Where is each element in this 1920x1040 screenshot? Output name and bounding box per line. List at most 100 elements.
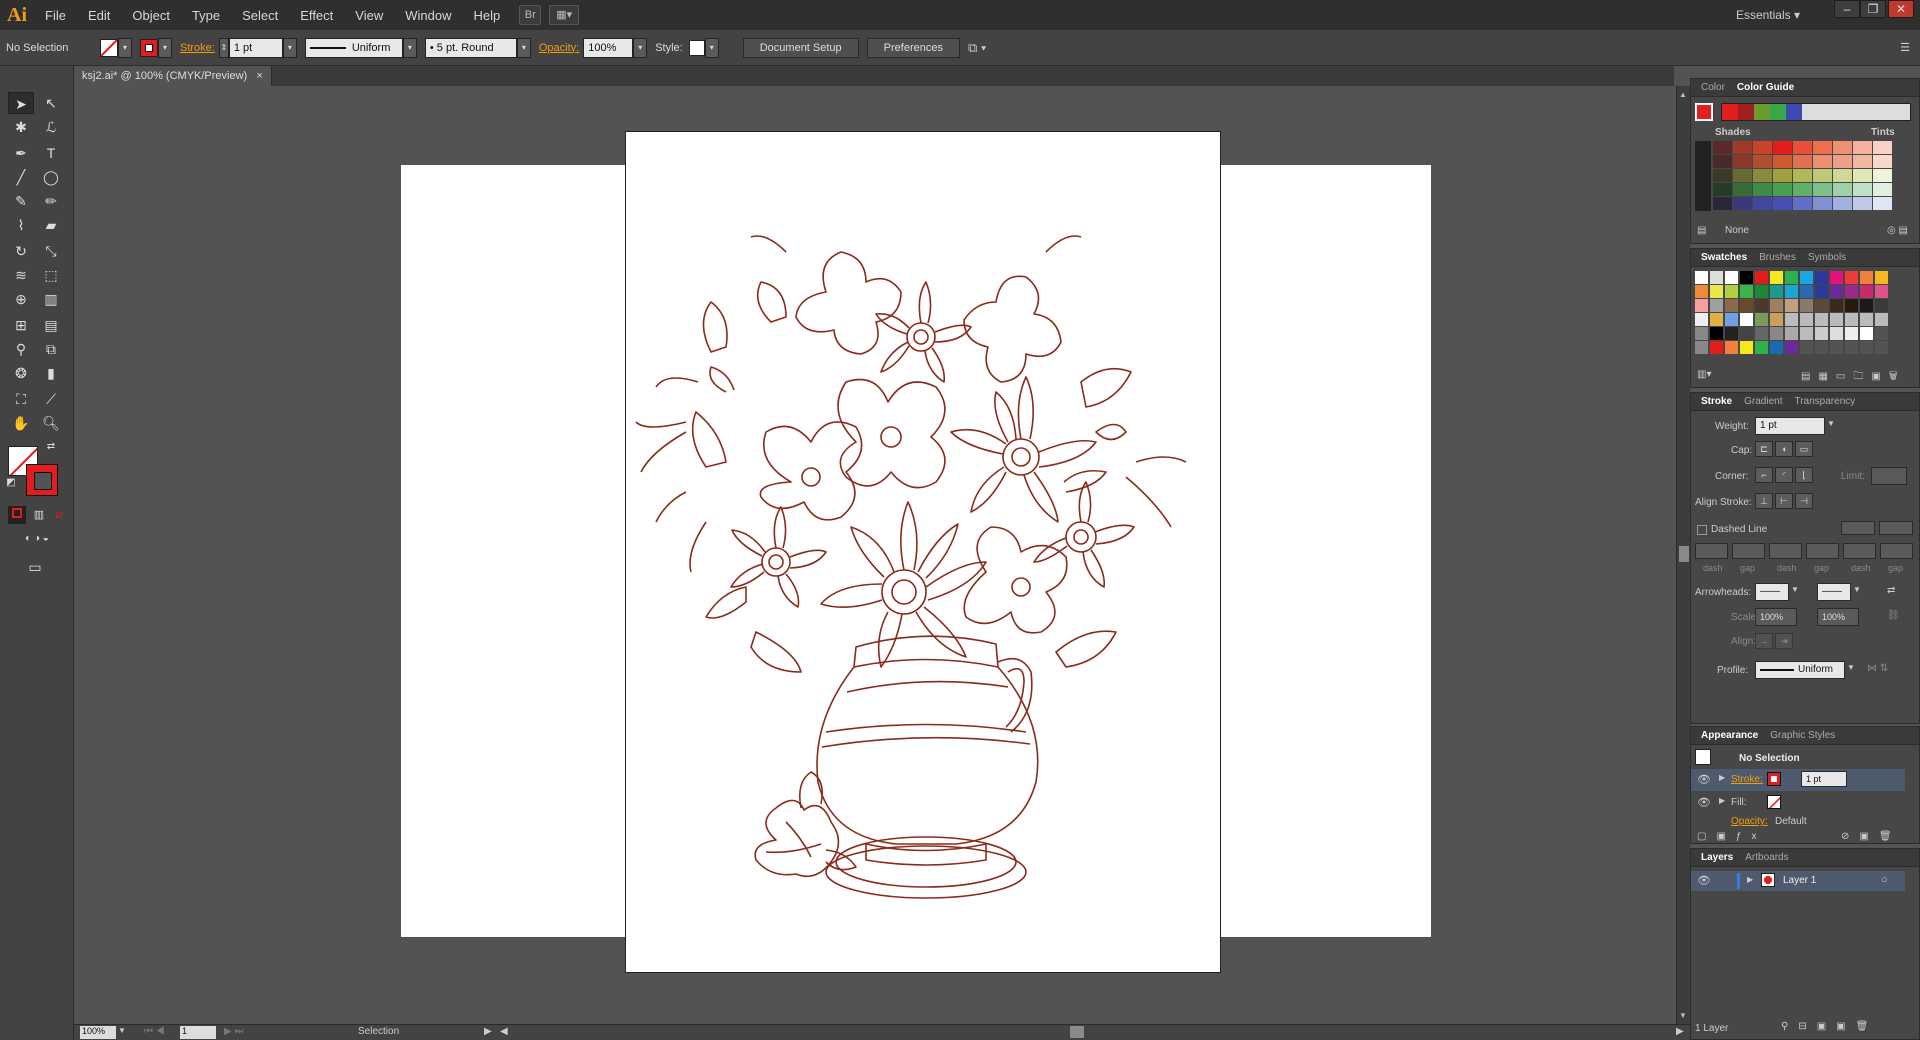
appearance-stroke-row[interactable]: 👁︎ ▶ Stroke: 1 pt (1691, 769, 1905, 791)
restore-icon[interactable]: ❐ (1860, 0, 1886, 18)
direct-selection-tool-icon[interactable]: ↖ (38, 92, 64, 114)
drawing-modes-icon[interactable]: ◐ ◑ ◒ (8, 530, 66, 548)
none-mode-icon[interactable]: ⧄ (50, 506, 68, 524)
color-guide-swatch[interactable] (1853, 169, 1872, 182)
menu-window[interactable]: Window (394, 8, 462, 23)
fill-visibility-icon[interactable]: 👁︎ (1697, 796, 1711, 809)
swatch[interactable] (1755, 327, 1768, 340)
swatch[interactable] (1875, 327, 1888, 340)
color-guide-swatch[interactable] (1793, 155, 1812, 168)
end-arrowhead-dropdown-icon[interactable]: ▼ (1853, 585, 1861, 594)
status-menu-icon[interactable]: ▶ (484, 1026, 492, 1037)
slice-tool-icon[interactable]: ⟋ (38, 388, 64, 410)
swatch[interactable] (1725, 271, 1738, 284)
swap-fill-stroke-icon[interactable]: ⇄ (44, 440, 58, 454)
end-scale-field[interactable]: 100% (1817, 608, 1859, 626)
swatch[interactable] (1845, 327, 1858, 340)
swatch[interactable] (1860, 299, 1873, 312)
color-guide-swatch[interactable] (1713, 155, 1732, 168)
swatch[interactable] (1755, 271, 1768, 284)
swatch[interactable] (1785, 271, 1798, 284)
menu-view[interactable]: View (344, 8, 394, 23)
base-color-swatch[interactable] (1695, 103, 1713, 121)
color-guide-swatch[interactable] (1813, 183, 1832, 196)
link-scale-icon[interactable]: ⛓ (1887, 610, 1900, 621)
color-guide-swatch[interactable] (1873, 169, 1892, 182)
swatch[interactable] (1740, 341, 1753, 354)
swatch[interactable] (1695, 341, 1708, 354)
color-guide-swatch[interactable] (1873, 155, 1892, 168)
swatch[interactable] (1815, 271, 1828, 284)
swatch[interactable] (1830, 327, 1843, 340)
appearance-stroke-label[interactable]: Stroke: (1731, 774, 1763, 785)
swatch[interactable] (1785, 313, 1798, 326)
perspective-grid-tool-icon[interactable]: ▥ (38, 288, 64, 310)
swatch[interactable] (1725, 285, 1738, 298)
menu-help[interactable]: Help (462, 8, 511, 23)
swap-arrowheads-icon[interactable]: ⇄ (1887, 585, 1895, 596)
color-guide-swatch[interactable] (1853, 183, 1872, 196)
eraser-tool-icon[interactable]: ▰ (38, 214, 64, 236)
color-guide-swatch[interactable] (1733, 169, 1752, 182)
color-guide-swatch[interactable] (1793, 141, 1812, 154)
next-artboard-icon[interactable]: ▶ ⏭ (224, 1026, 243, 1037)
opacity-field[interactable]: 100% (583, 37, 634, 58)
swatch[interactable] (1770, 327, 1783, 340)
stroke-weight-dropdown[interactable]: ▾ (282, 37, 297, 58)
swatch[interactable] (1815, 341, 1828, 354)
round-cap-icon[interactable]: ◖ (1775, 441, 1793, 457)
swatch[interactable] (1695, 299, 1708, 312)
stroke-weight-field[interactable]: 1 pt (228, 37, 283, 58)
color-guide-swatch[interactable] (1753, 155, 1772, 168)
appearance-opacity-row[interactable]: Opacity: Default (1691, 813, 1905, 831)
color-guide-swatch[interactable] (1753, 141, 1772, 154)
arrow-tip-extend-icon[interactable]: → (1755, 633, 1773, 649)
swatch[interactable] (1740, 313, 1753, 326)
swatch[interactable] (1740, 299, 1753, 312)
color-guide-swatch[interactable] (1753, 183, 1772, 196)
swatch[interactable] (1815, 299, 1828, 312)
swatch[interactable] (1800, 285, 1813, 298)
close-tab-icon[interactable]: × (256, 70, 262, 82)
fill-dropdown[interactable]: ▾ (118, 37, 132, 58)
tab-gradient[interactable]: Gradient (1738, 396, 1788, 407)
close-icon[interactable]: ✕ (1888, 0, 1914, 18)
tab-artboards[interactable]: Artboards (1739, 852, 1794, 863)
swatch[interactable] (1770, 299, 1783, 312)
weight-field[interactable]: 1 pt (1755, 417, 1825, 435)
swatch[interactable] (1785, 299, 1798, 312)
swatch[interactable] (1830, 285, 1843, 298)
blend-tool-icon[interactable]: ⧉ (38, 338, 64, 360)
swatch[interactable] (1845, 271, 1858, 284)
opacity-label[interactable]: Opacity: (539, 42, 579, 54)
variable-width-profile[interactable]: Uniform (304, 37, 403, 58)
color-guide-options-icon[interactable]: ▤ (1697, 225, 1706, 236)
minimize-icon[interactable]: – (1834, 0, 1860, 18)
swatch[interactable] (1830, 271, 1843, 284)
swatch[interactable] (1770, 313, 1783, 326)
color-guide-swatch[interactable] (1773, 183, 1792, 196)
shape-builder-tool-icon[interactable]: ⊕ (8, 288, 34, 310)
style-dropdown[interactable]: ▾ (704, 37, 719, 58)
swatch[interactable] (1800, 341, 1813, 354)
profile-dropdown[interactable]: ▾ (402, 37, 417, 58)
appearance-clear-icon[interactable]: ⊘▣🗑 (1841, 831, 1902, 842)
rotate-tool-icon[interactable]: ↻ (8, 240, 34, 262)
stroke-visibility-icon[interactable]: 👁︎ (1697, 773, 1711, 786)
stroke-stepper[interactable]: ⇕ (218, 37, 229, 58)
swatch[interactable] (1755, 341, 1768, 354)
color-guide-swatch[interactable] (1713, 169, 1732, 182)
swatch[interactable] (1710, 299, 1723, 312)
swatch[interactable] (1800, 271, 1813, 284)
appearance-stroke-weight[interactable]: 1 pt (1801, 771, 1847, 787)
swatch[interactable] (1845, 341, 1858, 354)
flower-vase-artwork[interactable] (626, 132, 1222, 974)
first-artboard-icon[interactable]: ⏮ ◀ (144, 1026, 165, 1037)
swatch[interactable] (1725, 327, 1738, 340)
color-guide-swatch[interactable] (1773, 155, 1792, 168)
swatch[interactable] (1755, 299, 1768, 312)
color-guide-swatch[interactable] (1813, 141, 1832, 154)
layer-name[interactable]: Layer 1 (1783, 875, 1816, 886)
swatch[interactable] (1800, 299, 1813, 312)
swatch[interactable] (1695, 285, 1708, 298)
